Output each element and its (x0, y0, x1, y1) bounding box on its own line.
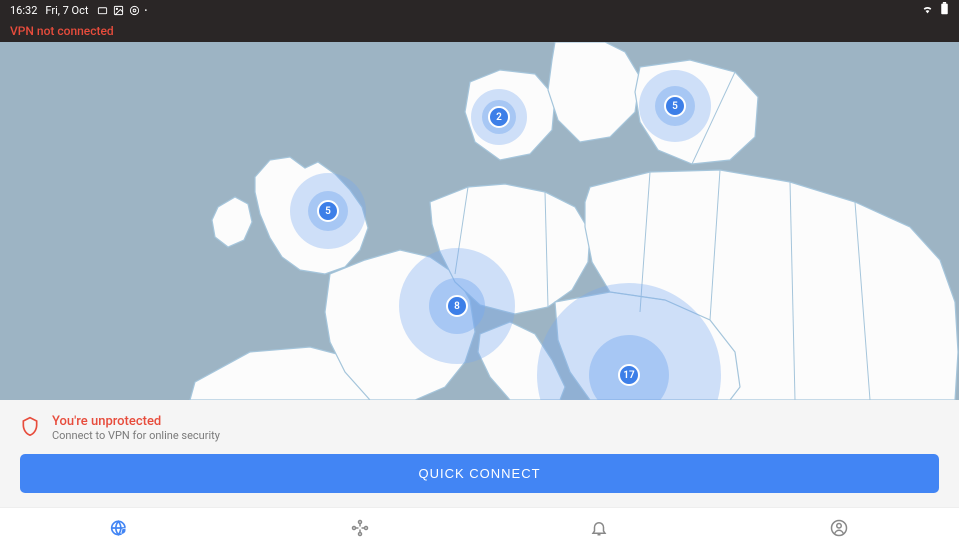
status-bar-left: 16:32 Fri, 7 Oct • (10, 4, 147, 17)
protection-status-row: You're unprotected Connect to VPN for on… (20, 414, 939, 442)
protection-status-text: You're unprotected Connect to VPN for on… (52, 414, 220, 442)
map-cluster-count: 5 (664, 95, 686, 117)
status-bar-right (921, 2, 949, 18)
shield-icon (20, 416, 40, 440)
status-bar: 16:32 Fri, 7 Oct • (0, 0, 959, 20)
globe-shield-icon (110, 518, 130, 538)
status-notification-icons: • (96, 4, 147, 16)
mesh-icon (351, 519, 369, 537)
connection-panel: You're unprotected Connect to VPN for on… (0, 400, 959, 507)
battery-icon (940, 2, 949, 18)
profile-icon (830, 519, 848, 537)
dot-icon: • (144, 6, 147, 15)
card-icon (96, 4, 108, 16)
vpn-status-banner: VPN not connected (0, 20, 959, 42)
protection-subtitle: Connect to VPN for online security (52, 429, 220, 442)
map-cluster-count: 5 (317, 200, 339, 222)
nav-notifications[interactable] (480, 508, 720, 547)
gear-icon (128, 4, 140, 16)
quick-connect-button[interactable]: QUICK CONNECT (20, 454, 939, 493)
bottom-nav-bar (0, 507, 959, 547)
vpn-status-text: VPN not connected (10, 24, 114, 38)
map-cluster-count: 17 (618, 364, 640, 386)
map-cluster-count: 2 (488, 106, 510, 128)
server-map[interactable]: 5 2 5 8 17 (0, 42, 959, 400)
protection-title: You're unprotected (52, 414, 220, 429)
status-date: Fri, 7 Oct (45, 4, 88, 17)
bell-icon (590, 519, 608, 537)
nav-profile[interactable] (719, 508, 959, 547)
image-icon (112, 4, 124, 16)
status-time: 16:32 (10, 4, 37, 17)
nav-meshnet[interactable] (240, 508, 480, 547)
map-cluster-count: 8 (446, 295, 468, 317)
nav-home[interactable] (0, 508, 240, 547)
wifi-icon (921, 2, 934, 18)
